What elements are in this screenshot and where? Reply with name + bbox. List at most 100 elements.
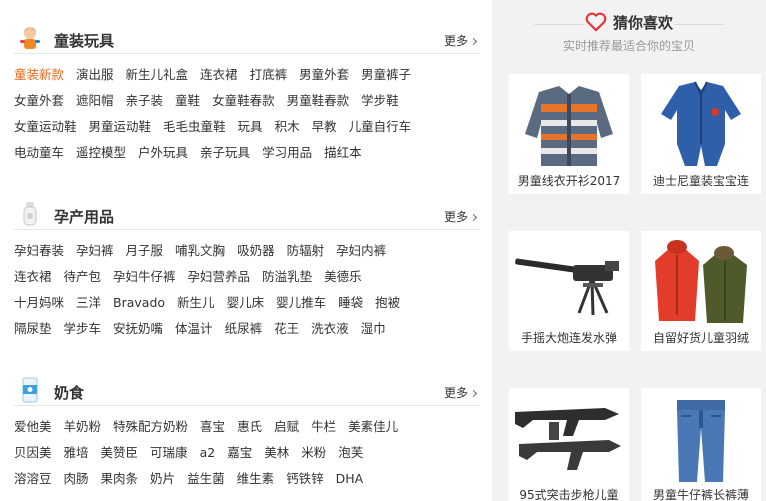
category-link[interactable]: 美赞臣 — [101, 440, 139, 466]
category-link[interactable]: 电动童车 — [14, 140, 64, 166]
category-link[interactable]: a2 — [200, 440, 216, 466]
category-link[interactable]: 遥控模型 — [76, 140, 126, 166]
category-link[interactable]: 溶溶豆 — [14, 466, 52, 492]
category-link[interactable]: 防溢乳垫 — [262, 264, 312, 290]
category-link[interactable]: 美德乐 — [324, 264, 362, 290]
tag-row: 女童运动鞋 男童运动鞋 毛毛虫童鞋 玩具 积木 早教 儿童自行车 — [14, 114, 480, 140]
section-header: 童装玩具 更多 — [14, 24, 480, 54]
category-link[interactable]: 月子服 — [126, 238, 164, 264]
category-link[interactable]: 洗衣液 — [311, 316, 349, 342]
category-link[interactable]: 男童外套 — [299, 62, 349, 88]
section-formula-food: 奶食 更多 爱他美 羊奶粉 特殊配方奶粉 喜宝 惠氏 启赋 牛栏 美素佳儿 贝因美 雅培 美赞臣 可瑞… — [14, 376, 480, 492]
category-link[interactable]: 亲子玩具 — [200, 140, 250, 166]
category-link[interactable]: 孕妇牛仔裤 — [113, 264, 176, 290]
category-link[interactable]: 美林 — [264, 440, 289, 466]
category-link[interactable]: 可瑞康 — [150, 440, 188, 466]
category-link[interactable]: 打底裤 — [250, 62, 288, 88]
category-link[interactable]: 奶片 — [150, 466, 175, 492]
category-link[interactable]: 嘉宝 — [227, 440, 252, 466]
product-card[interactable]: 迪士尼童装宝宝连 — [641, 74, 761, 194]
category-link[interactable]: 遮阳帽 — [76, 88, 114, 114]
category-link[interactable]: 连衣裙 — [200, 62, 238, 88]
category-link[interactable]: 钙铁锌 — [286, 466, 324, 492]
category-link[interactable]: 贝因美 — [14, 440, 52, 466]
category-link[interactable]: 肉肠 — [64, 466, 89, 492]
tag-row: 隔尿垫 学步车 安抚奶嘴 体温计 纸尿裤 花王 洗衣液 湿巾 — [14, 316, 480, 342]
category-link[interactable]: 户外玩具 — [138, 140, 188, 166]
category-link[interactable]: 体温计 — [175, 316, 213, 342]
category-link[interactable]: 十月妈咪 — [14, 290, 64, 316]
more-link[interactable]: 更多 — [444, 32, 478, 49]
category-link[interactable]: 米粉 — [301, 440, 326, 466]
category-link[interactable]: 毛毛虫童鞋 — [163, 114, 226, 140]
guess-header: 猜你喜欢 实时推荐最适合你的宝贝 — [492, 12, 766, 54]
category-link[interactable]: 童装新款 — [14, 62, 64, 88]
guess-title: 猜你喜欢 — [612, 14, 673, 32]
category-link[interactable]: 男童鞋春款 — [287, 88, 350, 114]
category-link[interactable]: 学习用品 — [262, 140, 312, 166]
product-card[interactable]: 男童线衣开衫2017 — [509, 74, 629, 194]
category-link[interactable]: 孕妇营养品 — [188, 264, 251, 290]
category-link[interactable]: 吸奶器 — [237, 238, 275, 264]
category-link[interactable]: 男童裤子 — [361, 62, 411, 88]
category-link[interactable]: 女童运动鞋 — [14, 114, 77, 140]
product-card[interactable]: 手摇大炮连发水弹 — [509, 231, 629, 351]
category-link[interactable]: 纸尿裤 — [225, 316, 263, 342]
category-link[interactable]: 喜宝 — [200, 414, 225, 440]
category-link[interactable]: 男童运动鞋 — [89, 114, 152, 140]
category-link[interactable]: 爱他美 — [14, 414, 52, 440]
category-link[interactable]: 防辐射 — [287, 238, 325, 264]
category-link[interactable]: 连衣裙 — [14, 264, 52, 290]
category-link[interactable]: 隔尿垫 — [14, 316, 52, 342]
category-link[interactable]: 童鞋 — [175, 88, 200, 114]
product-card[interactable]: 男童牛仔裤长裤薄 — [641, 388, 761, 501]
category-link[interactable]: 睡袋 — [338, 290, 363, 316]
category-link[interactable]: 孕妇内裤 — [336, 238, 386, 264]
category-link[interactable]: 亲子装 — [126, 88, 164, 114]
category-link[interactable]: 泡芙 — [338, 440, 363, 466]
category-link[interactable]: 孕妇裤 — [76, 238, 114, 264]
category-link[interactable]: 启赋 — [274, 414, 299, 440]
chevron-right-icon — [469, 213, 478, 222]
more-link[interactable]: 更多 — [444, 208, 478, 225]
category-link[interactable]: 羊奶粉 — [64, 414, 102, 440]
milk-can-icon — [22, 377, 38, 403]
category-link[interactable]: 花王 — [274, 316, 299, 342]
product-card[interactable]: 自留好货儿童羽绒 — [641, 231, 761, 351]
category-link[interactable]: 早教 — [312, 114, 337, 140]
category-link[interactable]: 三洋 — [76, 290, 101, 316]
category-link[interactable]: 描红本 — [324, 140, 362, 166]
category-link[interactable]: 抱被 — [375, 290, 400, 316]
category-link[interactable]: 学步鞋 — [361, 88, 399, 114]
category-link[interactable]: 美素佳儿 — [348, 414, 398, 440]
category-link[interactable]: 惠氏 — [237, 414, 262, 440]
category-link[interactable]: 女童鞋春款 — [212, 88, 275, 114]
category-link[interactable]: 玩具 — [238, 114, 263, 140]
category-link[interactable]: 果肉条 — [101, 466, 139, 492]
category-link[interactable]: 维生素 — [237, 466, 275, 492]
category-link[interactable]: 新生儿礼盒 — [126, 62, 189, 88]
category-link[interactable]: Bravado — [113, 290, 165, 316]
category-link[interactable]: 儿童自行车 — [349, 114, 412, 140]
section-header: 奶食 更多 — [14, 376, 480, 406]
more-link[interactable]: 更多 — [444, 384, 478, 401]
category-link[interactable]: 益生菌 — [187, 466, 225, 492]
category-link[interactable]: 婴儿床 — [227, 290, 265, 316]
category-link[interactable]: 湿巾 — [361, 316, 386, 342]
category-link[interactable]: 安抚奶嘴 — [113, 316, 163, 342]
category-link[interactable]: 牛栏 — [311, 414, 336, 440]
category-link[interactable]: 学步车 — [64, 316, 102, 342]
category-link[interactable]: 孕妇春装 — [14, 238, 64, 264]
category-link[interactable]: 积木 — [275, 114, 300, 140]
tag-row: 贝因美 雅培 美赞臣 可瑞康 a2 嘉宝 美林 米粉 泡芙 — [14, 440, 480, 466]
category-link[interactable]: 特殊配方奶粉 — [113, 414, 188, 440]
category-link[interactable]: 待产包 — [64, 264, 102, 290]
category-link[interactable]: 哺乳文胸 — [175, 238, 225, 264]
category-link[interactable]: 演出服 — [76, 62, 114, 88]
product-card[interactable]: 95式突击步枪儿童 — [509, 388, 629, 501]
category-link[interactable]: 女童外套 — [14, 88, 64, 114]
category-link[interactable]: 新生儿 — [177, 290, 215, 316]
category-link[interactable]: DHA — [336, 466, 364, 492]
category-link[interactable]: 雅培 — [64, 440, 89, 466]
category-link[interactable]: 婴儿推车 — [276, 290, 326, 316]
